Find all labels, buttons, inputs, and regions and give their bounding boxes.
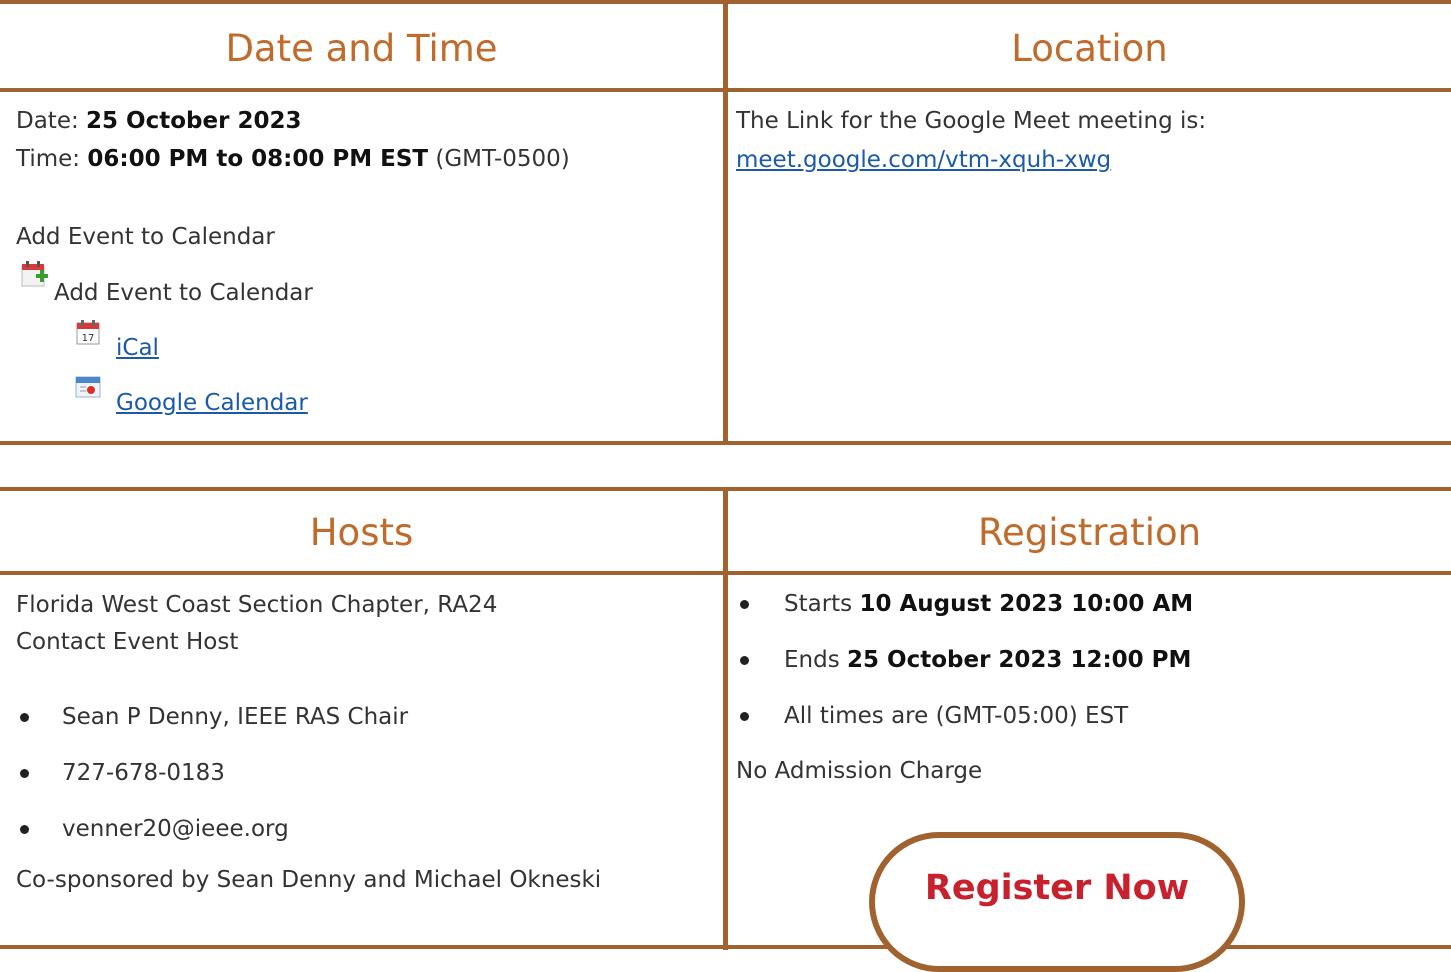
ends-value: 25 October 2023 12:00 PM [847, 647, 1192, 673]
bullet [740, 600, 749, 609]
contact-phone: 727-678-0183 [62, 760, 225, 786]
bottom-table-border-bottom [0, 945, 1451, 949]
time-label: Time: [16, 146, 88, 172]
calendar-add-icon[interactable] [20, 260, 50, 294]
registration-starts: Starts 10 August 2023 10:00 AM [784, 587, 1193, 621]
location-header: Location [1011, 26, 1168, 70]
ends-label: Ends [784, 647, 848, 673]
host-organization: Florida West Coast Section Chapter, RA24 [16, 592, 498, 618]
time-line: Time: 06:00 PM to 08:00 PM EST (GMT-0500… [16, 142, 570, 176]
bullet [20, 825, 29, 834]
cosponsors: Co-sponsored by Sean Denny and Michael O… [16, 867, 602, 893]
ical-icon: 17 [74, 318, 102, 350]
timezone-note: All times are (GMT-05:00) EST [784, 703, 1129, 729]
ical-link[interactable]: iCal [116, 331, 159, 365]
bullet [740, 656, 749, 665]
add-event-menu[interactable]: Add Event to Calendar [54, 276, 313, 310]
time-value: 06:00 PM to 08:00 PM EST [87, 146, 429, 172]
add-event-title: Add Event to Calendar [16, 224, 275, 250]
hosts-header: Hosts [309, 510, 414, 554]
bullet [20, 769, 29, 778]
bullet [740, 712, 749, 721]
date-time-header: Date and Time [225, 26, 498, 70]
contact-event-host[interactable]: Contact Event Host [16, 625, 238, 659]
registration-header: Registration [977, 510, 1202, 554]
timezone-text: (GMT-0500) [428, 146, 570, 172]
admission-text: No Admission Charge [736, 758, 983, 784]
starts-value: 10 August 2023 10:00 AM [859, 591, 1194, 617]
bullet [20, 713, 29, 722]
registration-ends: Ends 25 October 2023 12:00 PM [784, 643, 1191, 677]
meet-link[interactable]: meet.google.com/vtm-xquh-xwg [736, 143, 1111, 177]
contact-email: venner20@ieee.org [62, 816, 289, 842]
register-now-button[interactable]: Register Now [869, 832, 1245, 972]
date-value: 25 October 2023 [86, 108, 302, 134]
google-calendar-link[interactable]: Google Calendar [116, 386, 308, 420]
date-line: Date: 25 October 2023 [16, 104, 301, 138]
location-text: The Link for the Google Meet meeting is: [736, 108, 1207, 134]
top-table-border-bottom [0, 441, 1451, 445]
svg-text:17: 17 [82, 333, 95, 344]
starts-label: Starts [784, 591, 860, 617]
contact-name: Sean P Denny, IEEE RAS Chair [62, 704, 409, 730]
register-now-label: Register Now [924, 868, 1190, 908]
date-label: Date: [16, 108, 87, 134]
google-calendar-icon [74, 374, 102, 404]
